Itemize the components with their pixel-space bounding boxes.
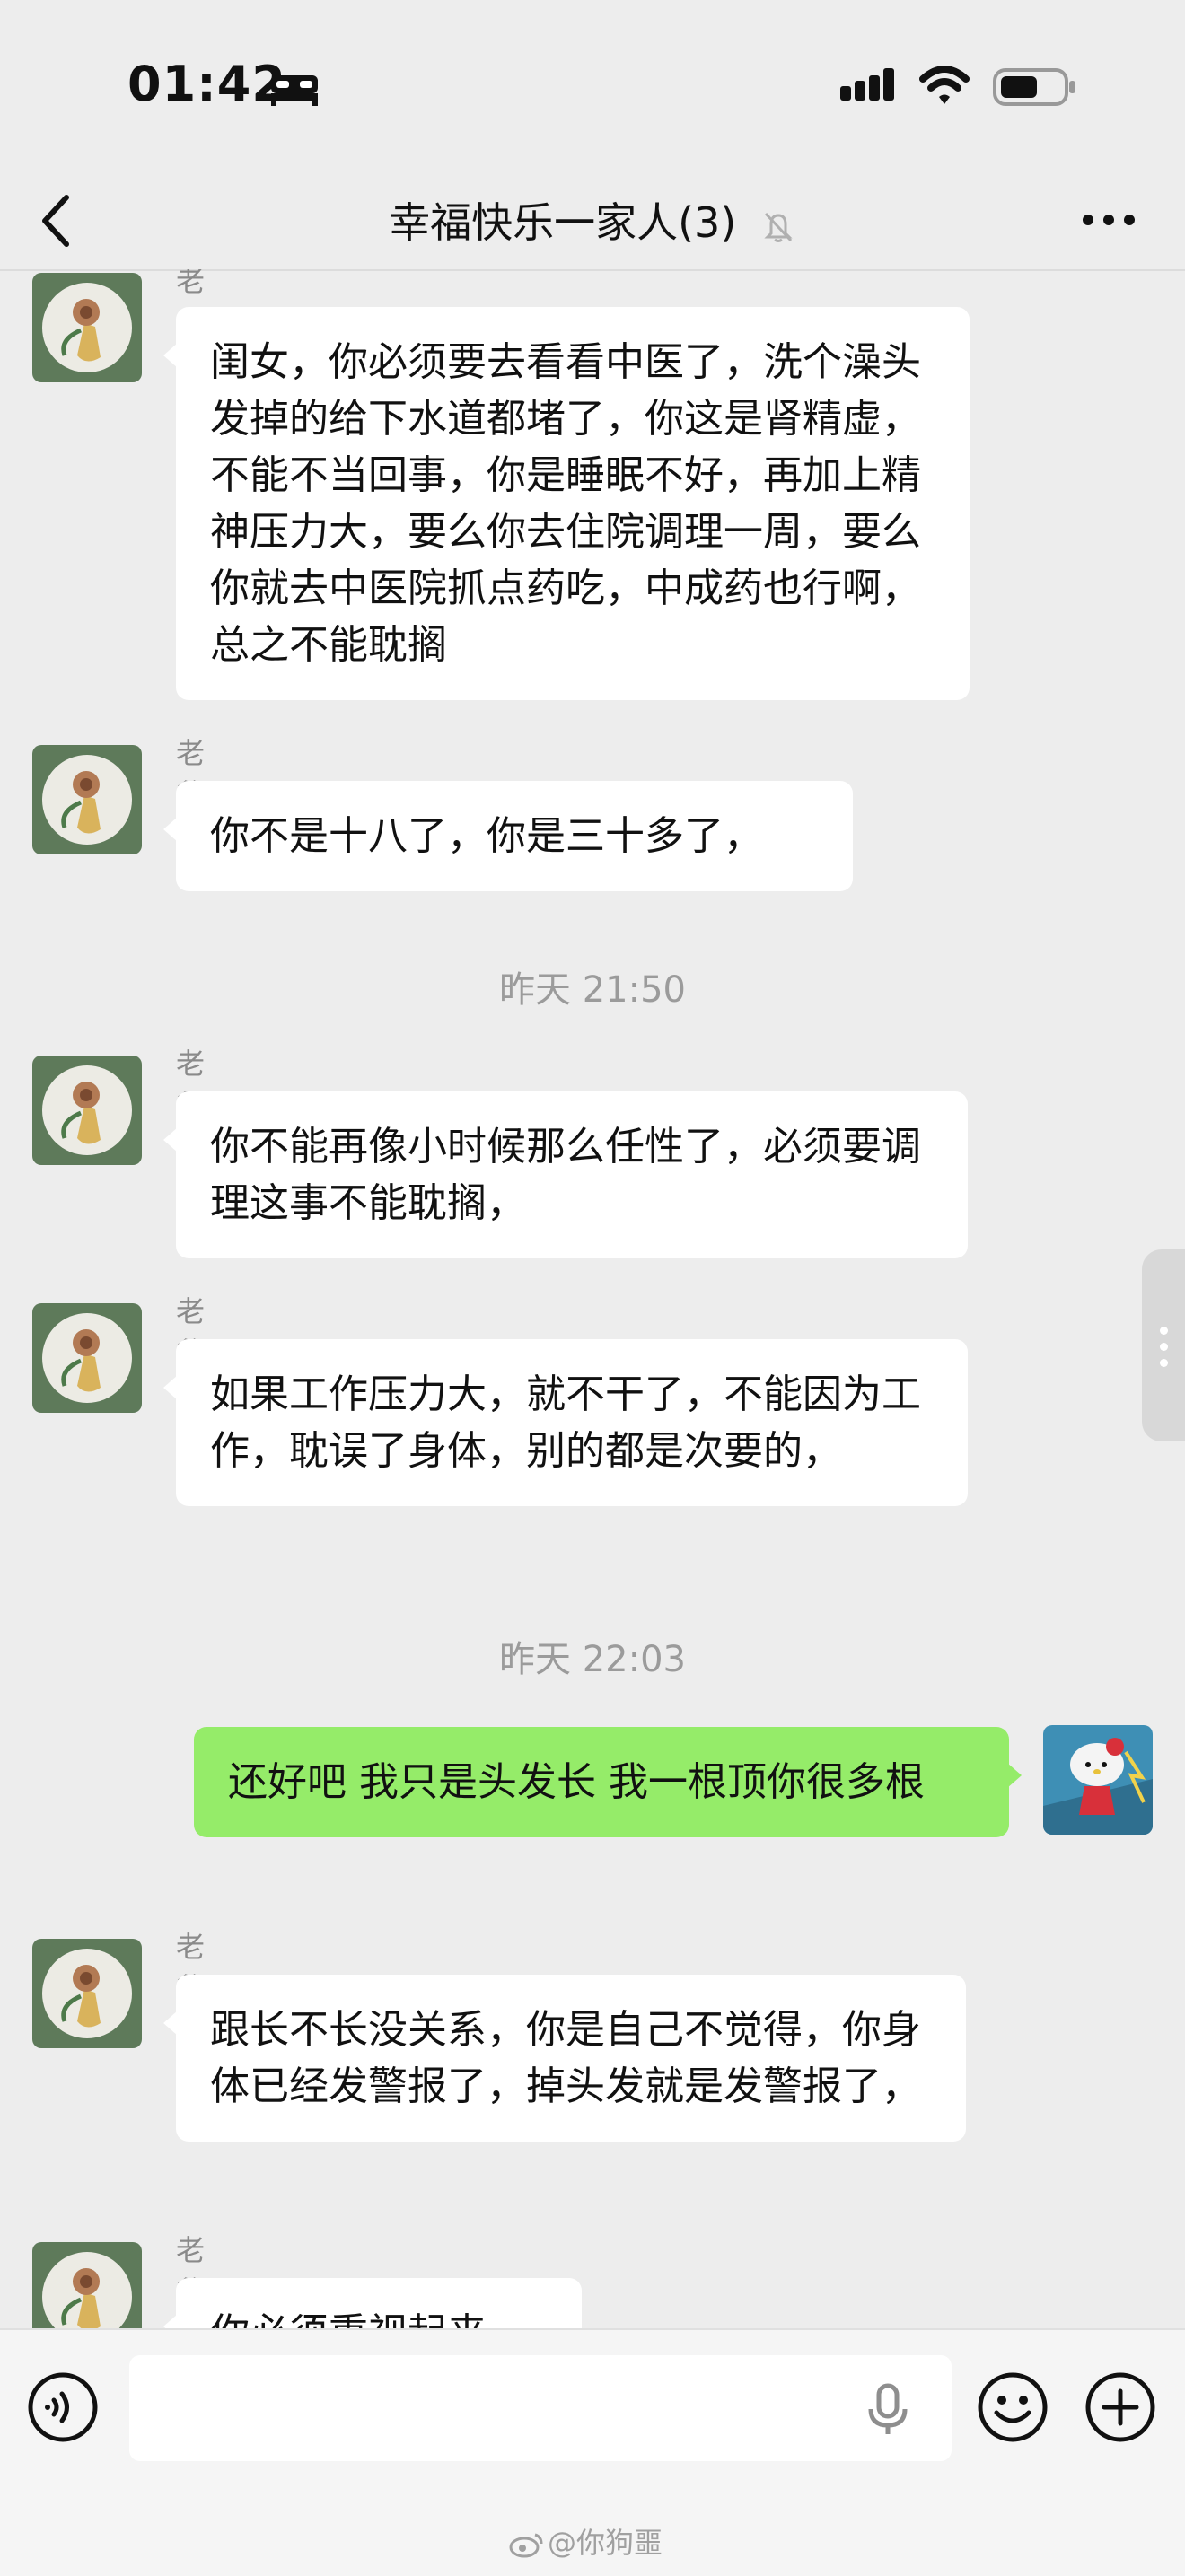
flower-avatar-icon	[32, 1056, 142, 1165]
side-drag-handle[interactable]	[1142, 1249, 1185, 1441]
weibo-logo-icon	[509, 2533, 543, 2558]
avatar[interactable]	[32, 1303, 142, 1413]
bell-slash-icon	[764, 212, 793, 242]
message-bubble[interactable]: 你不是十八了，你是三十多了，	[163, 781, 853, 891]
message-bubble[interactable]: 闺女，你必须要去看看中医了，洗个澡头发掉的给下水道都堵了，你这是肾精虚，不能不当…	[163, 307, 970, 700]
message-bubble[interactable]: 你不能再像小时候那么任性了，必须要调理这事不能耽搁，	[163, 1091, 968, 1258]
flower-avatar-icon	[32, 1303, 142, 1413]
avatar[interactable]	[32, 2242, 142, 2328]
watermark-text: @你狗噩	[548, 2526, 663, 2560]
sleep-focus-icon	[271, 75, 318, 106]
avatar[interactable]	[32, 273, 142, 382]
flower-avatar-icon	[32, 2242, 142, 2328]
watermark: @你狗噩	[508, 2520, 663, 2562]
wifi-icon	[919, 66, 970, 104]
handle-dot	[1160, 1359, 1168, 1367]
flower-avatar-icon	[32, 273, 142, 382]
avatar[interactable]	[32, 745, 142, 854]
status-bar: 01:42	[0, 0, 1185, 171]
avatar[interactable]	[32, 1056, 142, 1165]
plus-icon[interactable]	[1084, 2371, 1156, 2443]
avatar[interactable]	[1043, 1725, 1153, 1835]
cartoon-cat-avatar-icon	[1043, 1725, 1153, 1835]
mic-icon[interactable]	[864, 2382, 912, 2438]
voice-mode-icon[interactable]	[27, 2371, 99, 2443]
timestamp: 昨天 22:03	[499, 1639, 686, 1680]
avatar[interactable]	[32, 1939, 142, 2048]
timestamp: 昨天 21:50	[499, 969, 686, 1011]
flower-avatar-icon	[32, 745, 142, 854]
cellular-signal-icon	[840, 68, 894, 101]
status-time: 01:42	[127, 56, 286, 112]
handle-dot	[1160, 1343, 1168, 1351]
chat-header: 幸福快乐一家人(3)	[0, 171, 1185, 271]
message-input[interactable]	[129, 2355, 952, 2461]
message-list[interactable]: 老爸 闺女，你必须要去看看中医了，洗个澡头发掉的给下水道都堵了，你这是肾精虚，不…	[0, 269, 1185, 2328]
chat-title: 幸福快乐一家人(3)	[389, 198, 737, 247]
message-bubble[interactable]: 还好吧 我只是头发长 我一根顶你很多根	[194, 1727, 1022, 1837]
message-bubble[interactable]: 跟长不长没关系，你是自己不觉得，你身体已经发警报了，掉头发就是发警报了，	[163, 1975, 966, 2142]
chat-title-wrap[interactable]: 幸福快乐一家人(3)	[0, 187, 1185, 258]
battery-icon	[993, 68, 1075, 106]
message-bubble[interactable]: 如果工作压力大，就不干了，不能因为工作，耽误了身体，别的都是次要的，	[163, 1339, 968, 1506]
message-bubble[interactable]: 你必须重视起来	[163, 2278, 582, 2328]
emoji-icon[interactable]	[977, 2371, 1049, 2443]
flower-avatar-icon	[32, 1939, 142, 2048]
handle-dot	[1160, 1327, 1168, 1335]
ellipsis-icon[interactable]	[1077, 197, 1140, 242]
